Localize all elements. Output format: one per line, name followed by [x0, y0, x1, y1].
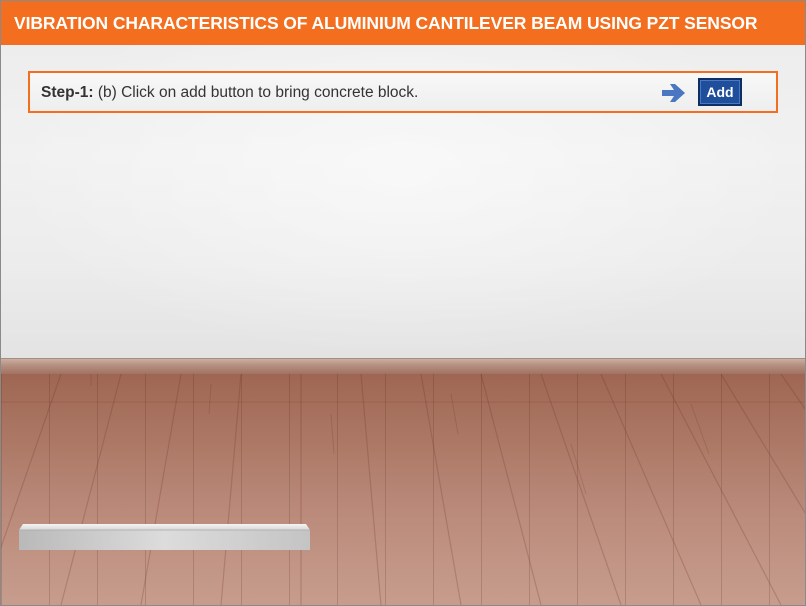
- page-title: VIBRATION CHARACTERISTICS OF ALUMINIUM C…: [1, 1, 805, 45]
- concrete-block: [19, 524, 310, 550]
- baseboard: [1, 358, 805, 375]
- instruction-panel: Step-1: (b) Click on add button to bring…: [28, 71, 778, 113]
- step-label: Step-1:: [41, 84, 94, 101]
- floor-planks: [1, 374, 805, 605]
- instruction-text: Step-1: (b) Click on add button to bring…: [41, 73, 418, 111]
- simulation-frame: VIBRATION CHARACTERISTICS OF ALUMINIUM C…: [0, 0, 806, 606]
- arrow-right-icon: [662, 84, 685, 102]
- step-description: (b) Click on add button to bring concret…: [93, 84, 419, 101]
- add-button[interactable]: Add: [698, 78, 742, 106]
